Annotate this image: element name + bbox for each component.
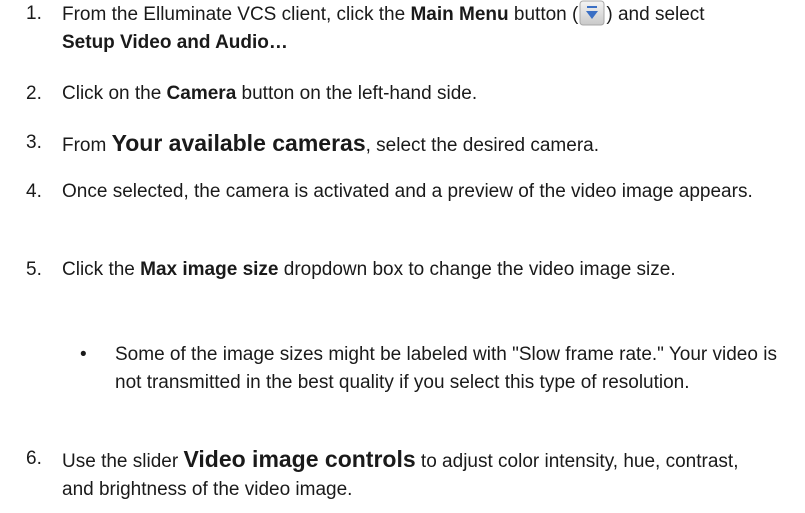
- camera-label: Camera: [166, 83, 237, 104]
- step-number: 4.: [26, 181, 42, 202]
- step-text: Click on the Camera button on the left-h…: [62, 83, 478, 104]
- step-number: 2.: [26, 83, 42, 104]
- step-number: 3.: [26, 132, 42, 153]
- main-menu-label: Main Menu: [410, 4, 509, 25]
- step-text: Click the Max image size dropdown box to…: [62, 259, 676, 280]
- main-menu-icon: [579, 0, 605, 26]
- step-number: 1.: [26, 3, 42, 24]
- available-cameras-label: Your available cameras: [111, 130, 366, 156]
- step-text: From the Elluminate VCS client, click th…: [62, 0, 800, 57]
- step-text: Use the slider Video image controls to a…: [62, 446, 739, 500]
- setup-video-audio-label: Setup Video and Audio…: [62, 32, 288, 53]
- bullet-symbol: •: [80, 344, 87, 365]
- document-page: { "steps": [ { "number": "1.", "parts": …: [0, 0, 805, 513]
- step-text: From Your available cameras, select the …: [62, 130, 599, 156]
- step-number: 5.: [26, 259, 42, 280]
- video-image-controls-label: Video image controls: [183, 446, 416, 472]
- step-text: Once selected, the camera is activated a…: [62, 181, 753, 202]
- max-image-size-label: Max image size: [140, 259, 279, 280]
- step-number: 6.: [26, 448, 42, 469]
- bullet-text: Some of the image sizes might be labeled…: [115, 344, 777, 393]
